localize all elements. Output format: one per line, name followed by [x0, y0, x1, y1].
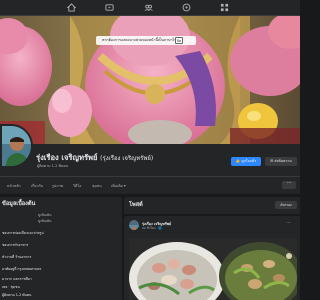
intro-title: ข้อมูลเบื้องต้น [2, 201, 36, 207]
tab-photos[interactable]: รูปภาพ [52, 183, 63, 189]
posts-title: โพสต์ [129, 202, 143, 208]
follower-count[interactable]: ผู้ติดตาม 1.2 พันคน [37, 163, 68, 169]
post-timestamp[interactable]: 22 ชั่วโมง · 🌐 [142, 226, 162, 231]
intro-see-more[interactable]: ดูเพิ่มเติม [38, 213, 51, 218]
intro-card: ข้อมูลเบื้องต้น ดูเพิ่มเติม ดูเพิ่มเติม … [0, 197, 122, 300]
page-name-main: รุ่งเรือง เจริญทรัพย์ [36, 153, 98, 162]
post-card: รุ่งเรือง เจริญทรัพย์ 22 ชั่วโมง · 🌐 ··· [124, 216, 300, 300]
tab-community[interactable]: ชุมชน [92, 183, 102, 189]
home-icon[interactable] [67, 3, 76, 12]
intro-item: อาศัยอยู่ที่ กรุงเทพมหานคร [2, 267, 42, 271]
groups-icon[interactable] [144, 3, 153, 12]
page-name-alternate: (รุ่งเรือง เจริญทรัพย์) [100, 155, 154, 162]
intro-item: ทำงานที่ ร้านอาหาร [2, 255, 32, 259]
intro-item: มาจาก นครราชสีมา [2, 277, 32, 281]
intro-item: ชอบการท่องเที่ยวและถ่ายรูป [2, 231, 44, 235]
facebook-page-screen: หากต้องการแสดงบางส่วนของหน้านี้เป็นภาษาไ… [0, 0, 300, 300]
posts-header: โพสต์ ตัวกรอง [124, 197, 300, 214]
intro-item: ผู้ติดตาม 1.2 พันคน [2, 293, 32, 297]
menu-icon[interactable] [220, 3, 229, 12]
tab-more[interactable]: เพิ่มเติม ▾ [111, 183, 126, 189]
gaming-icon[interactable] [182, 3, 191, 12]
watch-icon[interactable] [105, 3, 114, 12]
more-options-button[interactable]: ··· [282, 181, 296, 189]
intro-see-more[interactable]: ดูเพิ่มเติม [38, 219, 51, 224]
page-tabs: หน้าหลัก เกี่ยวกับ รูปภาพ วิดีโอ ชุมชน เ… [0, 176, 300, 194]
tab-about[interactable]: เกี่ยวกับ [31, 183, 43, 189]
tab-home[interactable]: หน้าหลัก [7, 183, 21, 189]
cover-photo[interactable]: หากต้องการแสดงบางส่วนของหน้านี้เป็นภาษาไ… [0, 16, 300, 144]
post-options-button[interactable]: ··· [286, 220, 291, 226]
post-author-avatar[interactable] [129, 220, 139, 230]
post-photo[interactable] [129, 238, 297, 300]
filter-button[interactable]: ตัวกรอง [275, 201, 297, 209]
intro-item: เพจ · ชุมชน [2, 285, 20, 289]
message-button[interactable]: ✉ ส่งข้อความ [265, 157, 297, 166]
liked-button[interactable]: 👍 ถูกใจแล้ว [231, 157, 261, 166]
translate-undo-link[interactable]: เลิกทำ [186, 36, 197, 45]
tab-videos[interactable]: วิดีโอ [73, 183, 81, 189]
translate-toggle-button[interactable]: ปิด [175, 37, 183, 44]
top-navigation-bar [0, 0, 300, 16]
intro-item: ชอบการทำอาหาร [2, 243, 29, 247]
